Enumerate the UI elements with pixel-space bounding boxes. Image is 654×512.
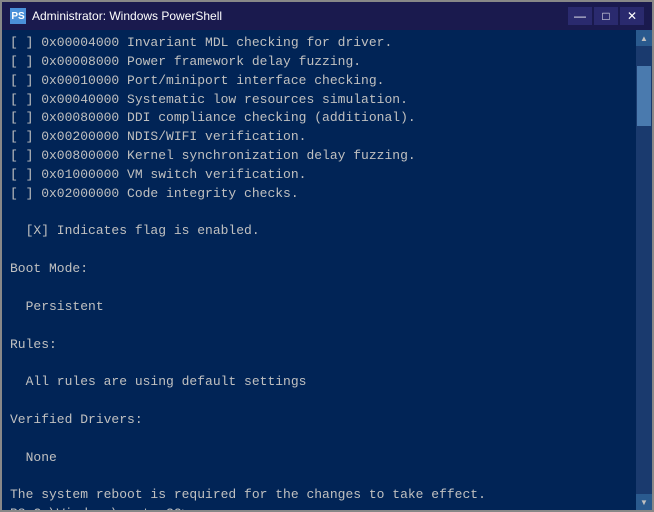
title-bar-left: PS Administrator: Windows PowerShell	[10, 8, 222, 24]
scrollbar[interactable]: ▲ ▼	[636, 30, 652, 510]
console-output[interactable]: [ ] 0x00004000 Invariant MDL checking fo…	[2, 30, 636, 510]
minimize-button[interactable]: —	[568, 7, 592, 25]
window-controls: — □ ✕	[568, 7, 644, 25]
powershell-window: PS Administrator: Windows PowerShell — □…	[0, 0, 654, 512]
maximize-button[interactable]: □	[594, 7, 618, 25]
scroll-up-arrow[interactable]: ▲	[636, 30, 652, 46]
scrollbar-thumb[interactable]	[637, 66, 651, 126]
scroll-down-arrow[interactable]: ▼	[636, 494, 652, 510]
title-bar: PS Administrator: Windows PowerShell — □…	[2, 2, 652, 30]
close-button[interactable]: ✕	[620, 7, 644, 25]
window-title: Administrator: Windows PowerShell	[32, 9, 222, 23]
powershell-icon: PS	[10, 8, 26, 24]
console-area: [ ] 0x00004000 Invariant MDL checking fo…	[2, 30, 652, 510]
